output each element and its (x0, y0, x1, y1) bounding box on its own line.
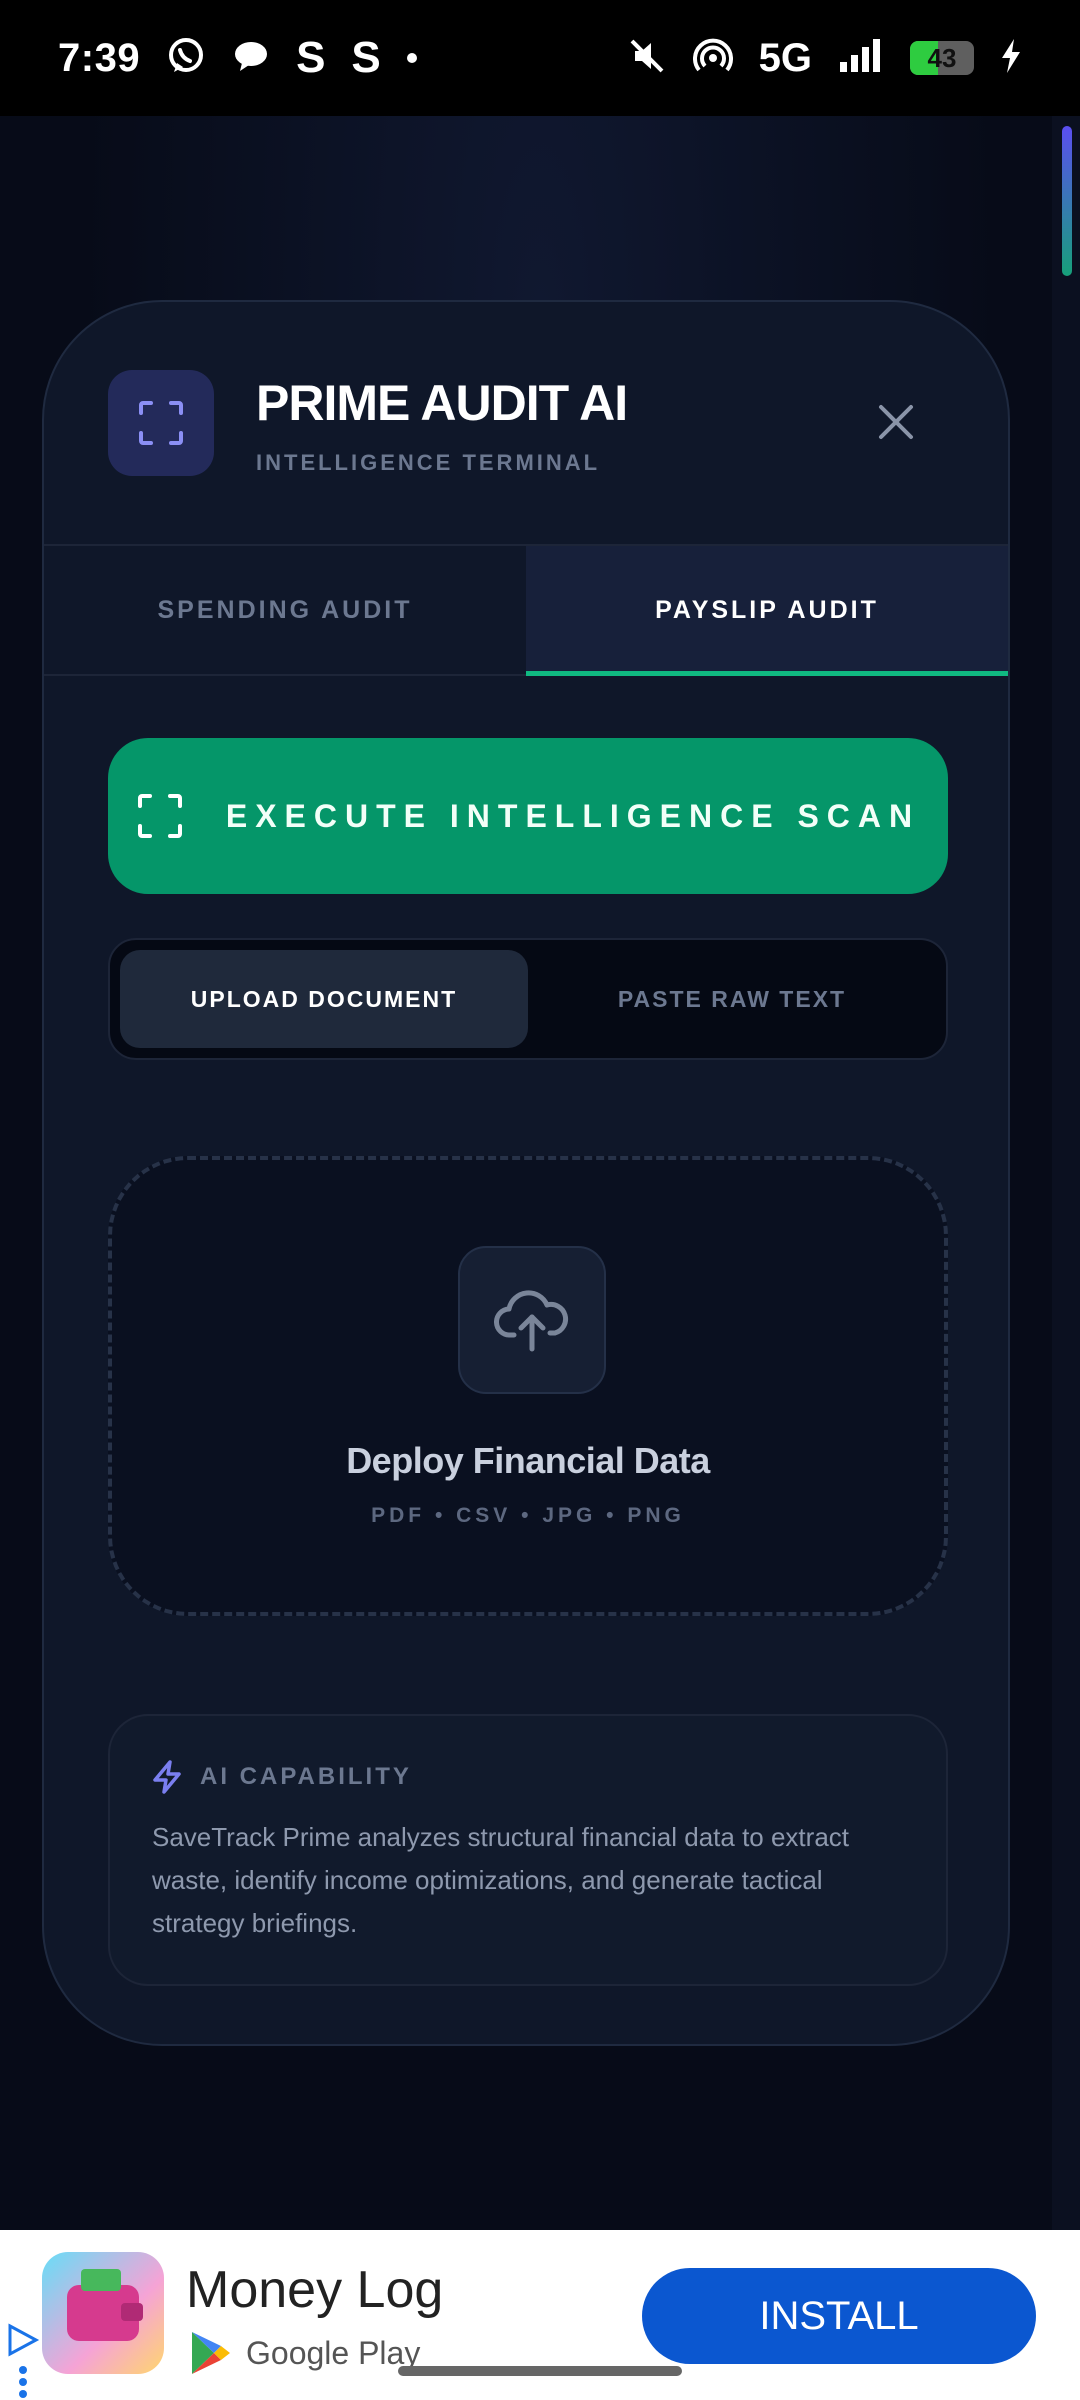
mute-icon (627, 36, 667, 81)
wallet-icon (67, 2269, 143, 2341)
hotspot-icon (692, 36, 733, 81)
execute-scan-button[interactable]: EXECUTE INTELLIGENCE SCAN (108, 738, 948, 894)
scan-frame-icon (108, 370, 214, 476)
ai-capability-text: SaveTrack Prime analyzes structural fina… (152, 1822, 849, 1938)
install-button[interactable]: INSTALL (642, 2268, 1036, 2364)
upload-document-toggle[interactable]: UPLOAD DOCUMENT (120, 950, 528, 1048)
tab-payslip-audit[interactable]: PAYSLIP AUDIT (526, 546, 1008, 676)
scrollbar-track[interactable] (1052, 116, 1080, 2230)
battery-level: 43 (927, 42, 957, 73)
paste-raw-text-toggle[interactable]: PASTE RAW TEXT (528, 950, 936, 1048)
charging-bolt-icon (1000, 38, 1022, 79)
dropzone-title: Deploy Financial Data (346, 1440, 710, 1481)
dropzone-formats: PDF • CSV • JPG • PNG (371, 1504, 685, 1527)
close-icon (879, 405, 913, 439)
scan-frame-icon (137, 794, 182, 838)
modal-title: PRIME AUDIT AI (256, 375, 628, 431)
close-button[interactable] (868, 394, 924, 450)
scrollbar-thumb[interactable] (1062, 126, 1072, 276)
dot-icon (406, 53, 417, 63)
file-dropzone[interactable]: Deploy Financial Data PDF • CSV • JPG • … (108, 1156, 948, 1616)
modal-subtitle: INTELLIGENCE TERMINAL (256, 450, 601, 475)
execute-scan-label: EXECUTE INTELLIGENCE SCAN (225, 797, 921, 834)
signal-icon (838, 38, 884, 79)
ad-app-name[interactable]: Money Log (186, 2260, 443, 2320)
status-time: 7:39 (58, 35, 141, 80)
home-indicator[interactable] (398, 2366, 682, 2376)
s-app-icon: S (296, 33, 326, 82)
tab-spending-audit[interactable]: SPENDING AUDIT (44, 546, 526, 674)
network-type: 5G (758, 35, 812, 80)
ai-capability-title: AI CAPABILITY (200, 1763, 412, 1790)
whatsapp-icon (166, 36, 206, 81)
store-name: Google Play (246, 2334, 421, 2371)
cloud-upload-icon (458, 1246, 606, 1394)
battery-icon: 43 (910, 41, 974, 75)
audit-modal: PRIME AUDIT AI INTELLIGENCE TERMINAL SPE… (42, 300, 1010, 2046)
google-play-icon (192, 2332, 230, 2374)
status-bar: 7:39 S S 5G 43 (0, 0, 1080, 116)
input-mode-switch: UPLOAD DOCUMENT PASTE RAW TEXT (108, 938, 948, 1060)
modal-header: PRIME AUDIT AI INTELLIGENCE TERMINAL (44, 302, 1008, 544)
app-icon[interactable] (42, 2252, 164, 2374)
chat-bubble-icon (232, 37, 270, 80)
ad-choices-icon[interactable] (6, 2322, 40, 2400)
s-app-icon: S (351, 33, 381, 82)
audit-tabs: SPENDING AUDIT PAYSLIP AUDIT (44, 544, 1008, 676)
ai-capability-card: AI CAPABILITY SaveTrack Prime analyzes s… (108, 1714, 948, 1986)
lightning-icon (153, 1760, 181, 1794)
